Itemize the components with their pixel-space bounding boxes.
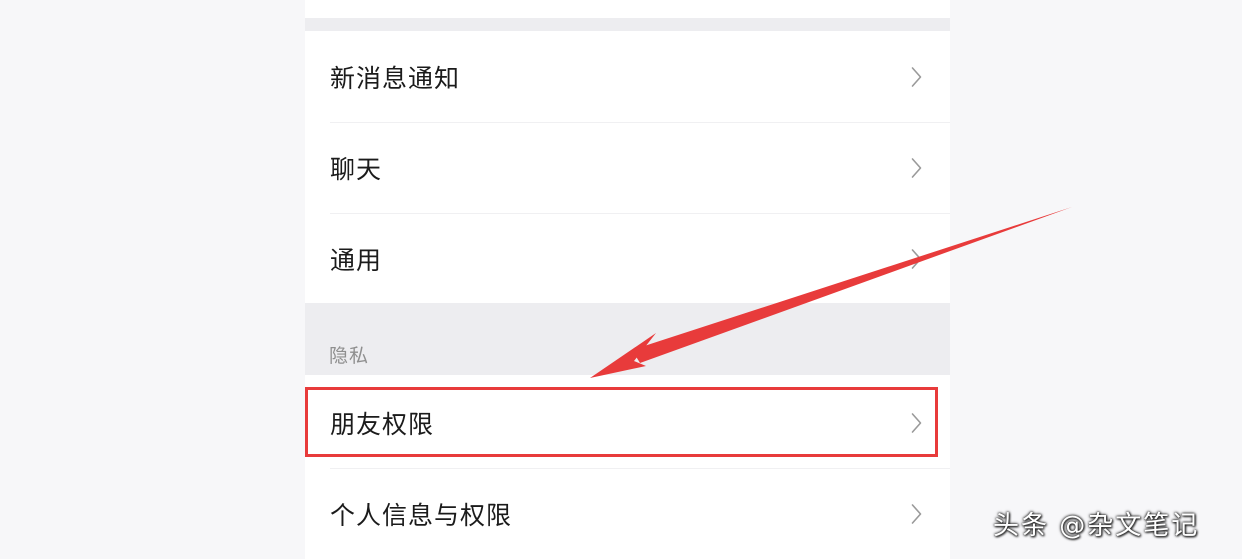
watermark-text: 头条 @杂文笔记 (993, 511, 1200, 541)
settings-item-friend-permissions[interactable]: 朋友权限 (305, 378, 950, 468)
section-title: 隐私 (329, 345, 370, 367)
settings-item-new-message-notifications[interactable]: 新消息通知 (305, 32, 950, 122)
settings-item-personal-info-permissions[interactable]: 个人信息与权限 (305, 469, 950, 559)
settings-item-label: 朋友权限 (330, 410, 435, 439)
settings-item-chat[interactable]: 聊天 (305, 123, 950, 213)
top-section-gap (305, 18, 950, 31)
settings-item-label: 聊天 (330, 155, 383, 184)
chevron-right-icon (911, 412, 922, 434)
settings-item-label: 个人信息与权限 (330, 501, 513, 530)
chevron-right-icon (911, 157, 922, 179)
section-header-privacy: 隐私 (305, 303, 950, 375)
chevron-right-icon (911, 248, 922, 270)
chevron-right-icon (911, 503, 922, 525)
settings-item-label: 通用 (330, 246, 383, 275)
settings-item-label: 新消息通知 (330, 64, 461, 93)
chevron-right-icon (911, 66, 922, 88)
settings-item-general[interactable]: 通用 (305, 214, 950, 304)
